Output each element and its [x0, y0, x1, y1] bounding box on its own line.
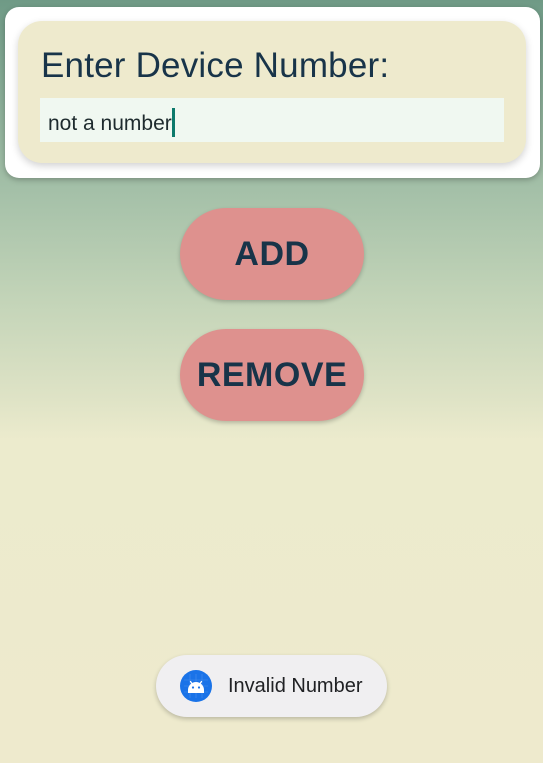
toast-message: Invalid Number: [156, 655, 387, 717]
android-robot-icon: [180, 670, 212, 702]
device-number-value-text: not a number: [48, 112, 172, 135]
device-number-value[interactable]: not a number: [48, 108, 175, 137]
remove-button[interactable]: REMOVE: [180, 329, 364, 421]
add-button-label: ADD: [234, 234, 310, 273]
add-button[interactable]: ADD: [180, 208, 364, 300]
text-cursor: [171, 108, 175, 137]
device-number-prompt: Enter Device Number:: [41, 46, 390, 85]
device-number-input[interactable]: not a number: [40, 98, 504, 142]
remove-button-label: REMOVE: [196, 355, 348, 394]
toast-text: Invalid Number: [228, 675, 363, 697]
